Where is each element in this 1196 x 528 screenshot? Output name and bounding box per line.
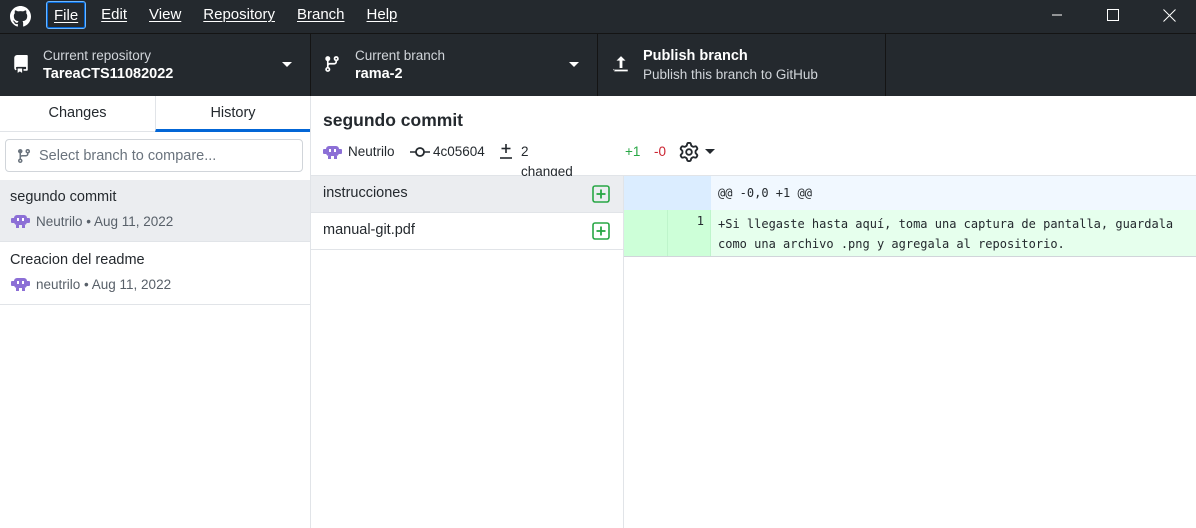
deletions-count: -0 xyxy=(654,144,667,159)
branch-compare-placeholder: Select branch to compare... xyxy=(39,148,217,164)
commit-title: segundo commit xyxy=(10,189,117,205)
commit-title: Creacion del readme xyxy=(10,252,145,268)
diff-old-line-number xyxy=(624,210,668,256)
commit-author: Neutrilo xyxy=(348,144,395,159)
publish-branch-button[interactable]: Publish branch Publish this branch to Gi… xyxy=(598,34,886,96)
title-bar: File Edit View Repository Branch Help xyxy=(0,0,1196,33)
diff-hunk-text: @@ -0,0 +1 @@ xyxy=(718,186,812,200)
chevron-down-icon xyxy=(282,62,292,67)
publish-branch-subtitle: Publish this branch to GitHub xyxy=(643,67,818,82)
menu-help[interactable]: Help xyxy=(360,1,405,29)
menu-file[interactable]: File xyxy=(46,1,87,29)
commit-list-item[interactable]: Creacion del readme neutrilo • Aug 11, 2… xyxy=(0,243,310,305)
git-commit-icon xyxy=(410,147,430,157)
diff-hunk-gutter[interactable] xyxy=(624,176,711,210)
avatar xyxy=(11,215,30,228)
diff-added-line: 1 +Si llegaste hasta aquí, toma una capt… xyxy=(624,210,1196,257)
commit-summary: segundo commit Neutrilo 4c05604 2 change… xyxy=(311,96,1196,199)
file-list-item[interactable]: instrucciones xyxy=(311,176,623,213)
branch-icon xyxy=(17,149,30,164)
changed-files-list: instrucciones manual-git.pdf xyxy=(311,176,624,528)
toolbar: Current repository TareaCTS11082022 Curr… xyxy=(0,33,1196,96)
branch-compare-input[interactable]: Select branch to compare... xyxy=(5,139,303,172)
file-added-icon xyxy=(592,222,610,240)
diff-line-text: +Si llegaste hasta aquí, toma una captur… xyxy=(718,217,1181,251)
current-repository-value: TareaCTS11082022 xyxy=(43,66,174,82)
sidebar: Changes History Select branch to compare… xyxy=(0,96,311,528)
menu-bar: File Edit View Repository Branch Help xyxy=(46,1,412,30)
diff-view: @@ -0,0 +1 @@ 1 +Si llegaste hasta aquí,… xyxy=(624,176,1196,528)
tab-history[interactable]: History xyxy=(155,96,310,132)
diff-hunk-header: @@ -0,0 +1 @@ xyxy=(624,176,1196,210)
commit-sha[interactable]: 4c05604 xyxy=(433,142,485,162)
current-repository-button[interactable]: Current repository TareaCTS11082022 xyxy=(0,34,311,96)
close-icon xyxy=(1162,8,1176,22)
tab-changes[interactable]: Changes xyxy=(0,96,155,131)
sidebar-tabs: Changes History xyxy=(0,96,310,132)
diff-icon xyxy=(500,144,512,159)
minimize-icon xyxy=(1052,14,1062,16)
maximize-button[interactable] xyxy=(1090,0,1136,30)
file-added-icon xyxy=(592,185,610,203)
repo-icon xyxy=(14,55,28,73)
publish-branch-title: Publish branch xyxy=(643,48,748,64)
diff-new-line-number: 1 xyxy=(668,210,711,256)
minimize-button[interactable] xyxy=(1034,0,1080,30)
upload-icon xyxy=(613,56,628,72)
close-window-button[interactable] xyxy=(1146,0,1192,30)
additions-count: +1 xyxy=(625,144,641,159)
commit-meta: neutrilo • Aug 11, 2022 xyxy=(36,277,172,292)
current-branch-label: Current branch xyxy=(355,48,446,63)
current-branch-button[interactable]: Current branch rama-2 xyxy=(311,34,598,96)
file-list-item[interactable]: manual-git.pdf xyxy=(311,213,623,250)
avatar xyxy=(11,278,30,291)
branch-icon xyxy=(325,56,339,72)
menu-branch[interactable]: Branch xyxy=(290,1,352,29)
gear-icon xyxy=(679,142,699,162)
current-branch-value: rama-2 xyxy=(355,66,403,82)
chevron-down-icon xyxy=(705,149,715,154)
menu-repository[interactable]: Repository xyxy=(196,1,282,29)
current-repository-label: Current repository xyxy=(43,48,152,63)
line-number: 1 xyxy=(696,214,704,228)
commit-meta: Neutrilo • Aug 11, 2022 xyxy=(36,214,174,229)
file-name: instrucciones xyxy=(323,185,408,201)
menu-view[interactable]: View xyxy=(142,1,188,29)
github-logo-icon xyxy=(10,6,31,27)
commit-list-item[interactable]: segundo commit Neutrilo • Aug 11, 2022 xyxy=(0,180,310,242)
chevron-down-icon xyxy=(569,62,579,67)
diff-settings-button[interactable] xyxy=(679,141,717,163)
file-name: manual-git.pdf xyxy=(323,222,415,238)
commit-summary-title: segundo commit xyxy=(323,110,464,130)
avatar xyxy=(323,146,342,159)
menu-edit[interactable]: Edit xyxy=(94,1,134,29)
maximize-icon xyxy=(1107,9,1119,21)
